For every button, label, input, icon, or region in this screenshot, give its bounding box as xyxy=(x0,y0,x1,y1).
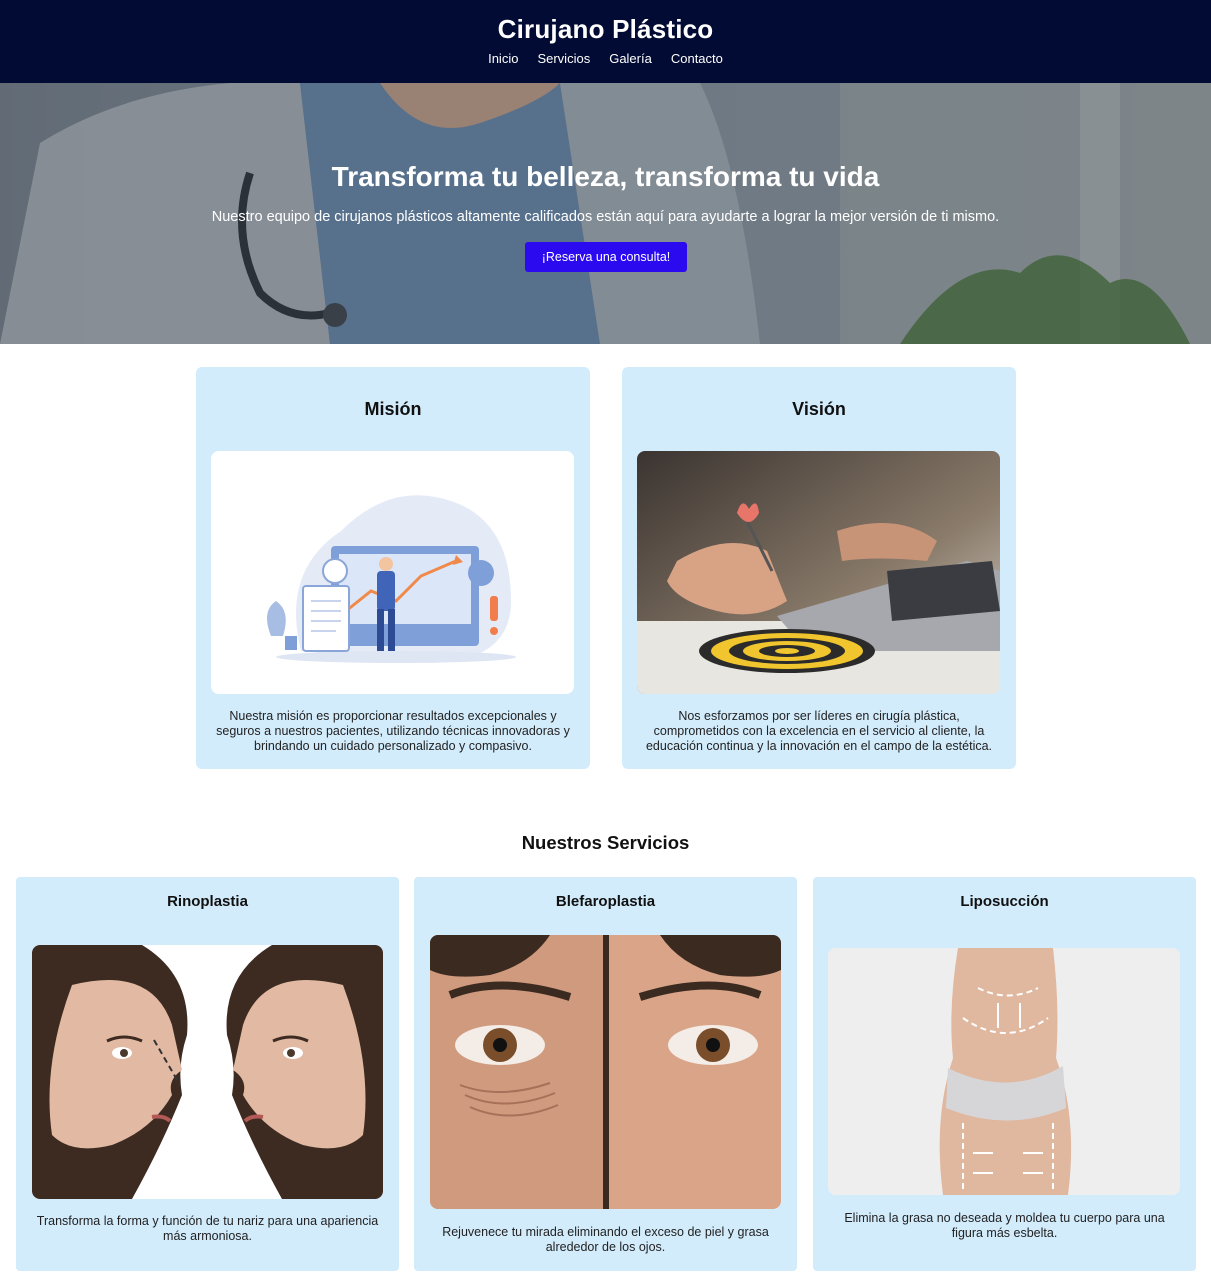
service-card-blefaroplastia: Blefaroplastia Rejuvenece tu mirada elim… xyxy=(414,877,797,1271)
mission-card: Misión Nuestra misión es proporcionar re… xyxy=(196,367,590,769)
service-text: Rejuvenece tu mirada eliminando el exces… xyxy=(442,1225,769,1254)
mission-illustration xyxy=(211,451,574,694)
main-nav: Inicio Servicios Galería Contacto xyxy=(0,51,1211,66)
vision-text: Nos esforzamos por ser líderes en cirugí… xyxy=(645,709,993,753)
service-text: Elimina la grasa no deseada y moldea tu … xyxy=(844,1211,1165,1240)
nav-servicios[interactable]: Servicios xyxy=(537,51,590,66)
site-header: Cirujano Plástico Inicio Servicios Galer… xyxy=(0,0,1211,83)
vision-title: Visión xyxy=(792,399,846,419)
vision-card: Visión Nos esforzamos por ser líderes en… xyxy=(622,367,1016,769)
book-consultation-button[interactable]: ¡Reserva una consulta! xyxy=(525,242,687,272)
nav-inicio[interactable]: Inicio xyxy=(488,51,518,66)
blefaroplastia-image xyxy=(430,935,781,1209)
site-title: Cirujano Plástico xyxy=(497,14,714,44)
hero-subtitle: Nuestro equipo de cirujanos plásticos al… xyxy=(211,209,1000,225)
services-title: Nuestros Servicios xyxy=(521,832,690,853)
vision-image xyxy=(637,451,1000,694)
liposuccion-image xyxy=(828,948,1180,1195)
hero-section: Transforma tu belleza, transforma tu vid… xyxy=(0,83,1211,344)
hero-title: Transforma tu belleza, transforma tu vid… xyxy=(331,161,880,192)
nav-galeria[interactable]: Galería xyxy=(609,51,652,66)
service-card-liposuccion: Liposucción Elimina la grasa no deseada … xyxy=(813,877,1196,1271)
service-card-rinoplastia: Rinoplastia Transforma la forma y funció… xyxy=(16,877,399,1271)
service-text: Transforma la forma y función de tu nari… xyxy=(36,1214,379,1243)
mission-text: Nuestra misión es proporcionar resultado… xyxy=(216,709,570,753)
nav-contacto[interactable]: Contacto xyxy=(671,51,723,66)
service-title: Blefaroplastia xyxy=(555,893,656,910)
service-title: Rinoplastia xyxy=(167,893,248,910)
mission-title: Misión xyxy=(364,399,422,419)
rinoplastia-image xyxy=(32,945,383,1199)
service-title: Liposucción xyxy=(960,893,1049,910)
